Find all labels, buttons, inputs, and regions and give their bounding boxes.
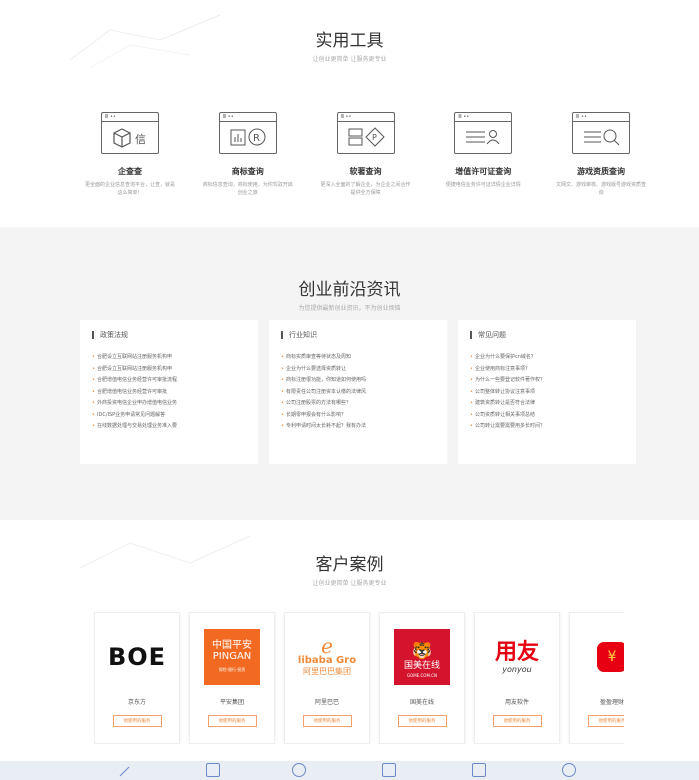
svg-text:P: P — [372, 133, 377, 142]
tool-name: 软著查询 — [349, 167, 382, 176]
news-link[interactable]: 公司转让需要需要用多长时间？ — [470, 421, 624, 433]
case-service-button[interactable]: 他使用的服务 — [302, 715, 352, 727]
news-link[interactable]: 长期零申报会有什么影响？ — [281, 410, 435, 422]
case-service-button[interactable]: 他使用的服务 — [112, 715, 162, 727]
case-name: 国美在线 — [409, 699, 434, 706]
news-link[interactable]: 有限责任公司注册资本认缴的法律风 — [281, 387, 435, 399]
case-card-boe[interactable]: BOE 京东方 他使用的服务 — [94, 612, 180, 744]
news-section: 创业前沿资讯 为您提供最新创业资讯，不为创业烦恼 政策法规 合肥设立互联网站注册… — [0, 227, 699, 520]
news-link[interactable]: 在线数据处理与交易处理业务准入要 — [92, 421, 246, 433]
news-link[interactable]: 合肥设立互联网站注册服务机构申 — [92, 352, 246, 364]
case-service-button[interactable]: 他使用的服务 — [587, 715, 624, 727]
tool-copyright[interactable]: Ⅲ •• P 软著查询 更深入全面的了解企业，为企业之间合作提供全方保障 — [319, 112, 413, 197]
case-service-button[interactable]: 他使用的服务 — [207, 715, 257, 727]
tool-name: 增值许可证查询 — [455, 167, 512, 176]
news-card-policy: 政策法规 合肥设立互联网站注册服务机构申 合肥设立互联网站注册服务机构申 合肥增… — [80, 320, 258, 464]
case-service-button[interactable]: 他使用的服务 — [492, 715, 542, 727]
news-link[interactable]: 企业为什么要保护cn域名？ — [470, 352, 624, 364]
news-title: 创业前沿资讯 — [298, 280, 401, 300]
decor-lines — [80, 535, 251, 569]
news-subtitle: 为您提供最新创业资讯，不为创业烦恼 — [298, 305, 401, 312]
news-card-industry: 行业知识 商标实质审查等待状态及周知 企业为什么要选择资质转让 商标注册很功能，… — [269, 320, 447, 464]
news-link[interactable]: 公司资质转让相关事项总结 — [470, 410, 624, 422]
news-link[interactable]: 商标注册很功能，你知道如何使用吗 — [281, 375, 435, 387]
svg-text:信: 信 — [135, 133, 146, 146]
tool-name: 游戏资质查询 — [577, 167, 625, 176]
case-card-alibaba[interactable]: ℯ libaba Gro 阿里巴巴集团 阿里巴巴 他使用的服务 — [284, 612, 370, 744]
news-link[interactable]: 建筑资质转让是否符合法律 — [470, 398, 624, 410]
tool-desc: 便捷电信业务许可证详情企业详情 — [445, 182, 521, 188]
yonyou-logo: 用友 yonyou — [494, 639, 539, 674]
news-link[interactable]: 企业使用商标注意事项？ — [470, 364, 624, 376]
tools-section: 实用工具 让创业更简单 让服务更专业 Ⅲ •• 信 企查查 更全面的企业信息查询… — [0, 0, 699, 227]
tiger-icon: 🐯 — [412, 641, 432, 660]
tool-name: 企查查 — [118, 167, 142, 176]
game-search-icon: Ⅲ •• — [572, 112, 630, 154]
case-name: 用友软件 — [504, 699, 529, 706]
news-link[interactable]: 公司整体转让协议注意事项 — [470, 387, 624, 399]
news-link[interactable]: 公司注册股票的方法有哪些？ — [281, 398, 435, 410]
footer-bar — [0, 761, 699, 780]
case-name: 盈盈理财 — [599, 699, 624, 706]
pen-icon[interactable] — [118, 763, 132, 777]
tool-license[interactable]: Ⅲ •• 增值许可证查询 便捷电信业务许可证详情企业详情 — [436, 112, 530, 197]
card-title: 行业知识 — [281, 331, 435, 339]
news-link[interactable]: 合肥增值电信业务经营许可审批流程 — [92, 375, 246, 387]
cases-section: 客户案例 让创业更简单 让服务更专业 BOE 京东方 他使用的服务 中国平安 P… — [0, 520, 699, 761]
decor-lines — [70, 14, 221, 69]
tool-name: 商标查询 — [231, 167, 264, 176]
user-icon[interactable] — [562, 763, 576, 777]
shield-icon[interactable] — [472, 763, 486, 777]
news-link[interactable]: 合肥增值电信业务经营许可审批 — [92, 387, 246, 399]
tool-trademark[interactable]: Ⅲ •• R 商标查询 商标信息查询，商标使用，为你驾驭开启创业之旅 — [201, 112, 295, 197]
case-service-button[interactable]: 他使用的服务 — [397, 715, 447, 727]
gome-logo: 🐯 国美在线 GOME.COM.CN — [380, 625, 464, 689]
pingan-logo: 中国平安 PINGAN 保险·银行·投资 — [190, 625, 274, 689]
tool-desc: 文网文、游戏审核、游戏版号游戏资质查询 — [555, 182, 646, 196]
news-link[interactable]: 合肥设立互联网站注册服务机构申 — [92, 364, 246, 376]
news-link[interactable]: 商标实质审查等待状态及周知 — [281, 352, 435, 364]
file-icon[interactable] — [382, 763, 396, 777]
case-card-yingying[interactable]: ¥ 盈盈理财 他使用的服务 — [569, 612, 624, 744]
tool-game[interactable]: Ⅲ •• 游戏资质查询 文网文、游戏审核、游戏版号游戏资质查询 — [554, 112, 648, 197]
news-card-faq: 常见问题 企业为什么要保护cn域名？ 企业使用商标注意事项？ 为什么一些要登记软… — [458, 320, 636, 464]
tool-desc: 更全面的企业信息查询平台，让查，就是这么简单！ — [84, 182, 175, 196]
case-name: 阿里巴巴 — [314, 699, 339, 706]
copyright-icon: Ⅲ •• P — [336, 112, 395, 154]
case-name: 京东方 — [127, 699, 146, 706]
card-title: 政策法规 — [92, 331, 246, 339]
tool-desc: 商标信息查询，商标使用，为你驾驭开启创业之旅 — [202, 182, 293, 196]
yingying-logo: ¥ — [570, 625, 624, 689]
box-icon: Ⅲ •• 信 — [101, 112, 159, 154]
news-link[interactable]: 外商投资电信企业申办增值电信业务 — [92, 398, 246, 410]
svg-text:R: R — [253, 133, 260, 144]
license-icon: Ⅲ •• — [454, 112, 513, 154]
document-icon[interactable] — [206, 763, 220, 777]
case-card-pingan[interactable]: 中国平安 PINGAN 保险·银行·投资 平安集团 他使用的服务 — [189, 612, 275, 744]
news-link[interactable]: IDC/ISP业务申请常见问题解答 — [92, 410, 246, 422]
alibaba-logo: ℯ libaba Gro 阿里巴巴集团 — [297, 634, 357, 676]
case-card-gome[interactable]: 🐯 国美在线 GOME.COM.CN 国美在线 他使用的服务 — [379, 612, 465, 744]
card-title: 常见问题 — [470, 331, 624, 339]
tool-qichacha[interactable]: Ⅲ •• 信 企查查 更全面的企业信息查询平台，让查，就是这么简单！ — [83, 112, 177, 197]
tool-desc: 更深入全面的了解企业，为企业之间合作提供全方保障 — [320, 182, 411, 196]
news-link[interactable]: 为什么一些要登记软件著作权？ — [470, 375, 624, 387]
clock-icon[interactable] — [292, 763, 306, 777]
trademark-icon: Ⅲ •• R — [218, 112, 277, 154]
news-link[interactable]: 企业为什么要选择资质转让 — [281, 364, 435, 376]
case-card-yonyou[interactable]: 用友 yonyou 用友软件 他使用的服务 — [474, 612, 560, 744]
case-name: 平安集团 — [219, 699, 244, 706]
boe-logo: BOE — [107, 643, 167, 671]
news-link[interactable]: 专利申请时间太长耗不起？我有办法 — [281, 421, 435, 433]
